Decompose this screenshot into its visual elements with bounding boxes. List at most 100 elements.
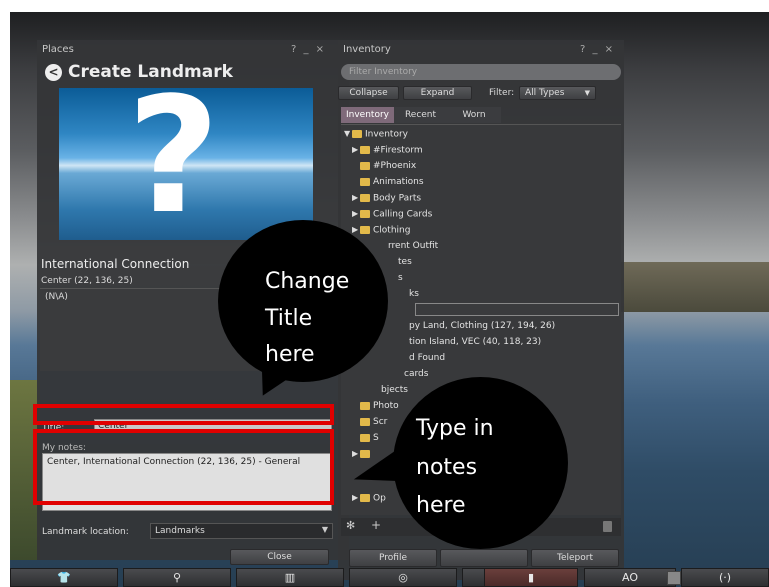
teleport-button-label: Teleport xyxy=(557,553,593,563)
toolbar-inventory-button[interactable]: ▮ xyxy=(484,568,578,587)
location-coords: Center (22, 136, 25) xyxy=(41,276,133,286)
tab-worn[interactable]: Worn xyxy=(447,107,501,123)
tab-worn-label: Worn xyxy=(462,110,486,120)
animations-folder-icon xyxy=(360,177,370,186)
chevron-down-icon: ▼ xyxy=(584,89,590,97)
filter-type-value: All Types xyxy=(525,88,565,98)
ao-label: AO xyxy=(622,571,638,584)
collapse-button-label: Collapse xyxy=(349,88,388,98)
toolbar-voice-button[interactable]: (·) xyxy=(681,568,769,587)
filter-type-dropdown[interactable]: All Types ▼ xyxy=(519,86,596,100)
row-label: Animations xyxy=(373,177,424,187)
list-item[interactable]: d Found xyxy=(409,351,445,365)
shirt-icon: 👕 xyxy=(57,571,71,584)
filter-inventory-input[interactable]: Filter Inventory xyxy=(341,64,621,80)
page-title: Create Landmark xyxy=(68,62,233,82)
notes-callout-line2: notes xyxy=(416,455,478,480)
row-label: rrent Outfit xyxy=(388,241,439,251)
row-label: Inventory xyxy=(365,129,408,140)
collapsed-arrow-icon: ▶ xyxy=(352,145,359,154)
title-callout-bubble: Change Title here xyxy=(218,220,388,406)
toolbar-ao-button[interactable]: AO xyxy=(584,568,681,587)
profile-button-label: Profile xyxy=(379,553,407,563)
inventory-window-title: Inventory xyxy=(343,44,391,55)
calling-cards-folder-icon xyxy=(360,210,370,218)
toolbar-appearance-button[interactable]: 👕 xyxy=(10,568,118,587)
row-label: #Firestorm xyxy=(373,145,423,156)
title-highlight-box xyxy=(33,404,334,425)
tab-recent[interactable]: Recent xyxy=(394,107,447,123)
tab-inventory-label: Inventory xyxy=(346,110,389,120)
list-item[interactable]: s xyxy=(398,271,403,285)
list-item[interactable]: ks xyxy=(409,287,419,301)
filter-inventory-placeholder: Filter Inventory xyxy=(349,67,418,77)
row-label: d Found xyxy=(409,353,446,363)
row-label: s xyxy=(398,273,403,283)
ao-toggle[interactable] xyxy=(667,571,681,585)
folder-icon xyxy=(360,161,370,170)
map-icon: ▥ xyxy=(284,571,296,584)
row-label: #Phoenix xyxy=(373,161,417,171)
folder-icon xyxy=(352,130,362,138)
trash-icon[interactable] xyxy=(603,521,612,532)
row-label: py Land, Clothing (127, 194, 26) xyxy=(409,321,556,331)
places-window-title: Places xyxy=(42,44,74,55)
expanded-arrow-icon: ▼ xyxy=(344,129,351,138)
tab-inventory[interactable]: Inventory xyxy=(341,107,394,123)
list-item[interactable]: Animations xyxy=(360,175,424,189)
list-item[interactable]: ▶ Calling Cards xyxy=(352,207,432,221)
row-label: tion Island, VEC (40, 118, 23) xyxy=(409,337,542,347)
close-button[interactable]: Close xyxy=(230,549,329,565)
folder-icon xyxy=(360,146,370,154)
shore-right xyxy=(619,262,769,312)
gear-icon[interactable]: ✻ xyxy=(346,519,355,532)
list-item[interactable]: rrent Outfit xyxy=(388,239,438,253)
toolbar-map-button[interactable]: ▥ xyxy=(236,568,344,587)
region-text: (N\A) xyxy=(45,292,68,302)
notes-callout-bubble: Type in notes here xyxy=(348,377,571,552)
list-item[interactable]: ▶ Body Parts xyxy=(352,191,421,205)
body-parts-folder-icon xyxy=(360,194,370,202)
list-item[interactable]: tes xyxy=(398,255,412,269)
landmark-location-label: Landmark location: xyxy=(42,527,129,537)
filter-label: Filter: xyxy=(489,88,515,98)
title-callout-line3: here xyxy=(265,342,315,367)
notes-callout-line3: here xyxy=(416,493,466,518)
radar-icon: ◎ xyxy=(398,571,408,584)
inventory-window-controls[interactable]: ? _ × xyxy=(580,44,615,55)
tab-recent-label: Recent xyxy=(404,110,437,120)
expand-button-label: Expand xyxy=(420,88,455,98)
collapsed-arrow-icon: ▶ xyxy=(352,209,359,218)
inventory-icon: ▮ xyxy=(527,571,535,584)
notes-highlight-box xyxy=(33,429,334,505)
chevron-down-icon: ▼ xyxy=(321,525,328,534)
list-item[interactable]: tion Island, VEC (40, 118, 23) xyxy=(409,335,541,349)
row-label: tes xyxy=(398,257,412,267)
row-label: Body Parts xyxy=(373,193,422,204)
question-mark-icon: ? xyxy=(127,88,220,240)
toolbar-radar-button[interactable]: ◎ xyxy=(349,568,457,587)
title-callout-line1: Change xyxy=(265,269,350,294)
places-window-controls[interactable]: ? _ × xyxy=(291,44,326,55)
location-name: International Connection xyxy=(41,257,190,271)
collapse-button[interactable]: Collapse xyxy=(338,86,399,100)
title-callout-line2: Title xyxy=(265,306,313,331)
list-item[interactable]: #Phoenix xyxy=(360,159,416,173)
list-item[interactable]: ▶ #Firestorm xyxy=(352,143,423,157)
expand-button[interactable]: Expand xyxy=(403,86,472,100)
selected-row-highlight xyxy=(415,303,619,316)
list-item[interactable]: py Land, Clothing (127, 194, 26) xyxy=(409,319,555,333)
row-label: ks xyxy=(409,289,419,299)
landmark-location-dropdown[interactable]: Landmarks ▼ xyxy=(150,523,333,539)
inventory-root-row[interactable]: ▼ Inventory xyxy=(344,127,408,141)
toolbar-search-button[interactable]: ⚲ xyxy=(123,568,231,587)
search-icon: ⚲ xyxy=(172,571,182,584)
collapsed-arrow-icon: ▶ xyxy=(352,193,359,202)
landmark-location-value: Landmarks xyxy=(155,526,205,536)
back-icon[interactable]: < xyxy=(45,64,62,81)
row-label: Calling Cards xyxy=(373,209,433,220)
close-button-label: Close xyxy=(267,552,292,562)
voice-icon: (·) xyxy=(718,571,732,584)
viewer-scene: Places ? _ × < Create Landmark ? Interna… xyxy=(10,12,769,587)
notes-callout-line1: Type in xyxy=(416,416,494,441)
